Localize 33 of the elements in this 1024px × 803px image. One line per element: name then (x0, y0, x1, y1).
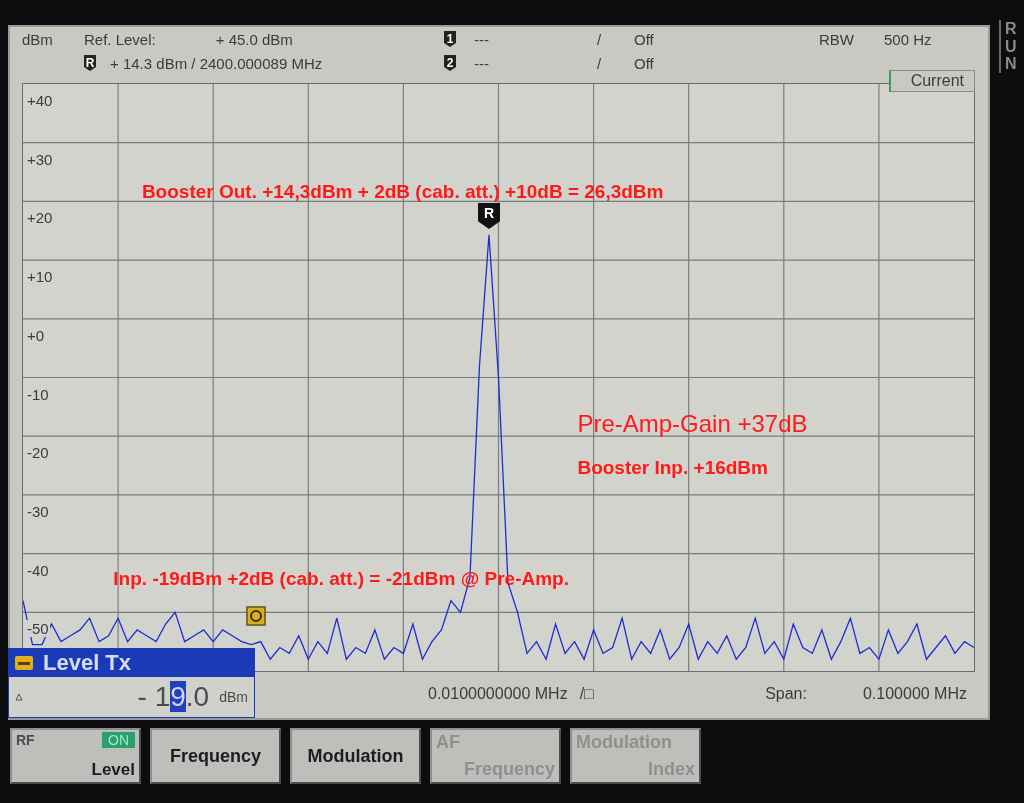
center-frequency: 0.0100000000 MHz (428, 685, 568, 703)
level-input-field[interactable]: - 19.0 dBm (9, 677, 254, 717)
marker-badge: 2 (444, 55, 456, 71)
annotation-text: Booster Out. +14,3dBm + 2dB (cab. att.) +10dB = 26,3dBm (141, 180, 664, 203)
marker-badge: 1 (444, 31, 456, 47)
softkey-button[interactable]: Modulation (290, 728, 421, 784)
unit-label: dBm (22, 30, 54, 48)
rbw-value: 500 Hz (883, 30, 932, 48)
annotation-text: Pre-Amp-Gain +37dB (577, 409, 808, 438)
marker-reading: + 14.3 dBm / 2400.000089 MHz (110, 54, 323, 72)
annotation-text: Booster Inp. +16dBm (577, 456, 768, 479)
reference-marker: R (84, 55, 96, 71)
span-label: Span: (765, 685, 807, 703)
axis-label: -50 (26, 620, 50, 638)
dialog-icon (15, 656, 33, 670)
span-value: 0.100000 MHz (862, 685, 967, 703)
separator-text: / (596, 54, 602, 72)
separator-text: / (596, 30, 602, 48)
marker-value: --- (474, 54, 490, 72)
frequency-suffix: /□ (579, 685, 594, 703)
softkey-button[interactable]: Frequency (150, 728, 281, 784)
triangle-icon (15, 693, 23, 701)
ref-level-label: Ref. Level: + 45.0 dBm (84, 30, 294, 48)
run-indicator: RUN (999, 20, 1021, 73)
dialog-title: Level Tx (43, 650, 132, 676)
peak-marker: R (478, 203, 500, 229)
marker-state: Off (634, 30, 655, 48)
rf-level-button[interactable]: RF ON Level (10, 728, 141, 784)
marker-state: Off (634, 54, 655, 72)
rbw-label: RBW (819, 30, 854, 48)
trace-tab[interactable]: Current (888, 70, 975, 92)
marker-value: --- (474, 30, 490, 48)
marker-icon (245, 606, 266, 627)
